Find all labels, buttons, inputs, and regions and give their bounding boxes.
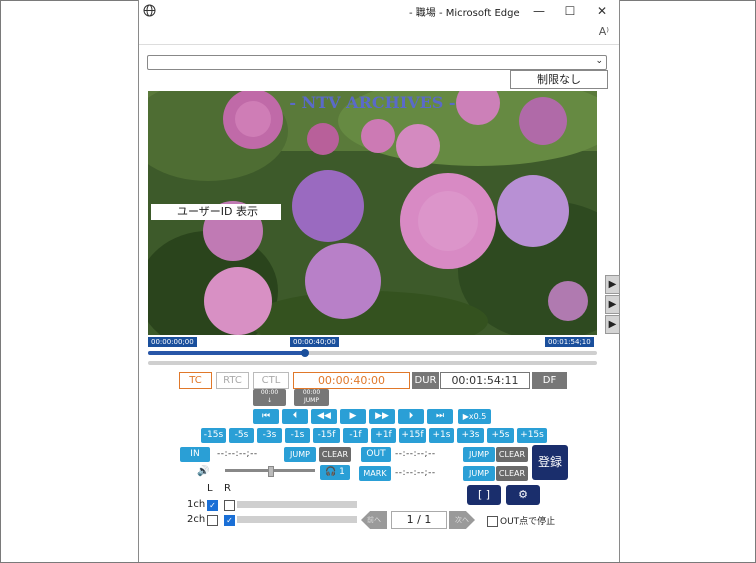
seek-slider[interactable] [148,349,597,357]
volume-slider[interactable] [225,466,315,477]
next-page-button[interactable]: 次へ [449,511,475,529]
step-plus-3s[interactable]: +3s [457,428,484,443]
step-plus-15f[interactable]: +15f [399,428,426,443]
duration-value: 00:01:54:11 [440,372,530,389]
step-minus-1f[interactable]: -1f [343,428,368,443]
step-minus-3s[interactable]: -3s [257,428,282,443]
timeline-end-label: 00:01:54;10 [545,337,594,347]
settings-button[interactable]: ⚙ [506,485,540,505]
out-stop-option[interactable]: OUT点で停止 [487,514,555,527]
side-arrow-2[interactable]: ▶ [605,295,620,314]
timeline-current-label: 00:00:40;00 [290,337,339,347]
play-button[interactable]: ▶ [340,409,366,424]
out-button[interactable]: OUT [361,447,391,462]
mark-button[interactable]: MARK [359,466,391,481]
in-jump-button[interactable]: JUMP [284,447,316,462]
ch2-left-checkbox[interactable] [207,515,218,526]
out-clear-button[interactable]: CLEAR [496,447,528,462]
ch2-right-checkbox[interactable]: ✓ [224,515,235,526]
limit-button[interactable]: 制限なし [510,70,608,89]
user-id-overlay: ユーザーID 表示 [151,204,281,220]
slow-play-button[interactable]: ▶x0.5 [458,409,491,424]
next-frame-button[interactable]: ⏵ [398,409,424,424]
headphone-button[interactable]: 🎧 1 [320,465,350,480]
seek-slider-knob[interactable] [301,349,310,357]
address-bar: A⁾ [139,22,619,45]
timeline-start-label: 00:00:00;00 [148,337,197,347]
dur-label: DUR [412,372,439,389]
prev-frame-button[interactable]: ⏴ [282,409,308,424]
out-timecode: --:--:--;-- [395,449,436,459]
ch1-label: 1ch [187,499,206,510]
ch1-left-checkbox[interactable]: ✓ [207,500,218,511]
left-channel-label: L [207,483,213,494]
first-frame-button[interactable]: ⏮ [253,409,279,424]
step-minus-15s[interactable]: -15s [201,428,226,443]
current-timecode: 00:00:40:00 [293,372,410,389]
last-frame-button[interactable]: ⏭ [427,409,453,424]
step-plus-1s[interactable]: +1s [429,428,454,443]
side-arrow-group: ▶ ▶ ▶ [605,275,620,334]
fast-forward-button[interactable]: ▶▶ [369,409,395,424]
step-plus-15s[interactable]: +15s [517,428,547,443]
time-jump-line2: JUMP [304,397,319,404]
minimize-button[interactable]: — [524,1,554,21]
side-arrow-3[interactable]: ▶ [605,315,620,334]
ch2-label: 2ch [187,514,206,525]
ch1-level-meter [237,501,357,508]
chevron-down-icon: ⌄ [595,56,603,66]
register-button[interactable]: 登録 [532,445,568,480]
mark-timecode: --:--:--;-- [395,468,436,478]
set-time-line1: 00:00 [260,389,279,396]
archive-watermark: - NTV ARCHIVES - [289,93,456,112]
secondary-track[interactable] [148,361,597,365]
step-plus-5s[interactable]: +5s [487,428,514,443]
prev-page-button[interactable]: 前へ [361,511,387,529]
step-minus-5s[interactable]: -5s [229,428,254,443]
browser-window: - 職場 - Microsoft Edge — ☐ ✕ A⁾ ⌄ 制限なし - … [138,0,620,562]
video-player[interactable]: - NTV ARCHIVES - ユーザーID 表示 [148,91,597,335]
ch2-level-meter [237,516,357,523]
set-time-button[interactable]: 00:00 ↓ [253,389,286,406]
in-timecode: --:--:--;-- [217,449,258,459]
time-jump-line1: 00:00 [302,389,321,396]
mark-clear-button[interactable]: CLEAR [496,466,528,481]
mode-ctl-button[interactable]: CTL [253,372,289,389]
read-aloud-icon[interactable]: A⁾ [599,25,609,38]
mode-rtc-button[interactable]: RTC [216,372,249,389]
globe-icon [143,4,156,17]
side-arrow-1[interactable]: ▶ [605,275,620,294]
in-button[interactable]: IN [180,447,210,462]
in-clear-button[interactable]: CLEAR [319,447,351,462]
volume-icon: 🔊 [197,466,210,477]
ch1-right-checkbox[interactable] [224,500,235,511]
title-bar: - 職場 - Microsoft Edge — ☐ ✕ [139,0,619,22]
out-stop-checkbox[interactable] [487,516,498,527]
volume-knob[interactable] [268,466,274,477]
step-minus-15f[interactable]: -15f [313,428,340,443]
set-time-line2: ↓ [266,397,273,404]
seek-slider-fill [148,351,306,355]
out-jump-button[interactable]: JUMP [463,447,495,462]
step-minus-1s[interactable]: -1s [285,428,310,443]
close-button[interactable]: ✕ [587,1,617,21]
page-indicator: 1 / 1 [391,511,447,529]
time-jump-button[interactable]: 00:00 JUMP [294,389,329,406]
rewind-button[interactable]: ◀◀ [311,409,337,424]
window-title: - 職場 - Microsoft Edge [409,8,520,19]
df-button[interactable]: DF [532,372,567,389]
mark-jump-button[interactable]: JUMP [463,466,495,481]
fullscreen-button[interactable]: [ ] [467,485,501,505]
right-channel-label: R [224,483,231,494]
out-stop-label: OUT点で停止 [500,517,556,527]
player-content: ⌄ 制限なし - NTV ARCHIVES - ユーザーID 表示 ▶ ▶ ▶ … [139,45,620,562]
step-plus-1f[interactable]: +1f [371,428,396,443]
mode-tc-button[interactable]: TC [179,372,212,389]
source-select[interactable]: ⌄ [147,55,607,70]
maximize-button[interactable]: ☐ [555,1,585,21]
